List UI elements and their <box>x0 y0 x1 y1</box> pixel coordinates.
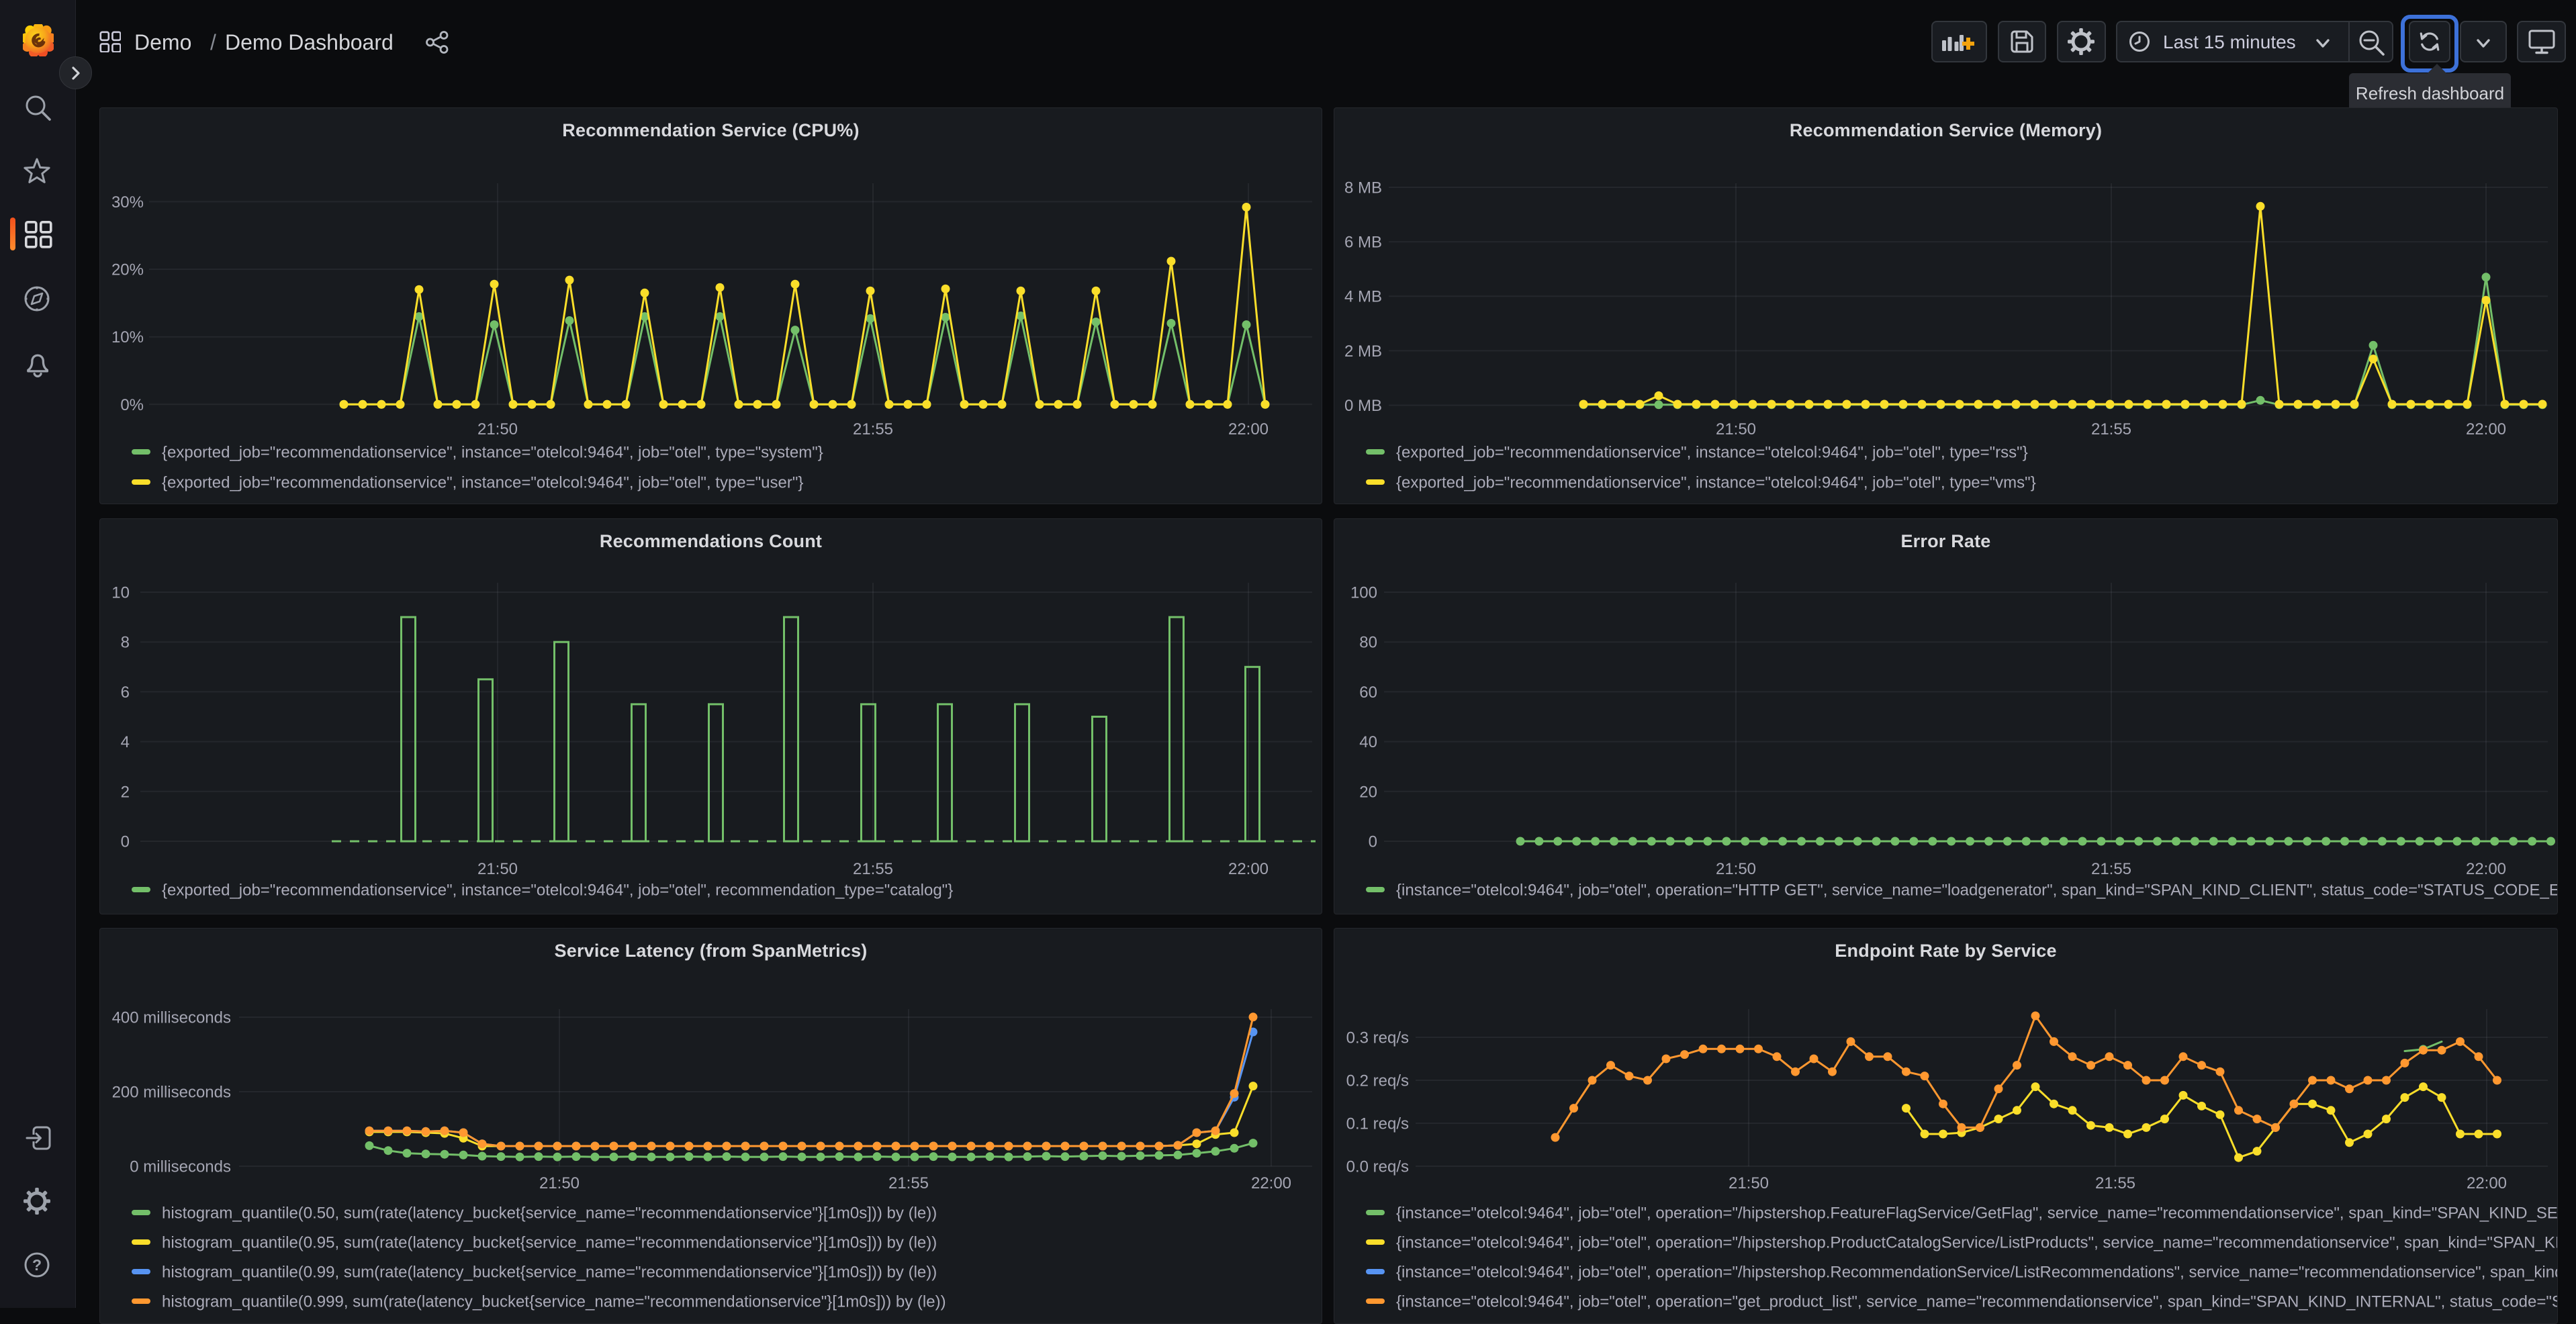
svg-text:{exported_job="recommendations: {exported_job="recommendationservice", i… <box>162 474 803 492</box>
svg-text:21:55: 21:55 <box>853 420 893 438</box>
svg-text:0: 0 <box>1369 833 1377 851</box>
svg-text:{instance="otelcol:9464", job=: {instance="otelcol:9464", job="otel", op… <box>1396 882 2558 900</box>
svg-text:22:00: 22:00 <box>2466 860 2506 878</box>
svg-text:2: 2 <box>121 783 130 801</box>
svg-text:histogram_quantile(0.99, sum(r: histogram_quantile(0.99, sum(rate(latenc… <box>162 1264 937 1282</box>
svg-text:20: 20 <box>1359 783 1377 801</box>
svg-text:400 milliseconds: 400 milliseconds <box>112 1009 231 1027</box>
svg-text:0.0 req/s: 0.0 req/s <box>1346 1158 1409 1176</box>
svg-text:21:55: 21:55 <box>853 860 893 878</box>
svg-text:0%: 0% <box>120 396 144 414</box>
svg-text:100: 100 <box>1350 584 1377 602</box>
svg-text:21:50: 21:50 <box>539 1174 580 1192</box>
svg-text:200 milliseconds: 200 milliseconds <box>112 1084 231 1102</box>
svg-text:0 milliseconds: 0 milliseconds <box>130 1158 231 1176</box>
svg-text:22:00: 22:00 <box>1228 860 1269 878</box>
svg-text:10%: 10% <box>111 328 144 346</box>
svg-text:21:55: 21:55 <box>888 1174 929 1192</box>
svg-text:{instance="otelcol:9464", job=: {instance="otelcol:9464", job="otel", op… <box>1396 1204 2558 1223</box>
svg-text:{exported_job="recommendations: {exported_job="recommendationservice", i… <box>162 444 823 462</box>
svg-text:4 MB: 4 MB <box>1344 288 1382 306</box>
svg-text:{exported_job="recommendations: {exported_job="recommendationservice", i… <box>1396 444 2028 462</box>
svg-text:{instance="otelcol:9464", job=: {instance="otelcol:9464", job="otel", op… <box>1396 1264 2558 1282</box>
svg-text:histogram_quantile(0.50, sum(r: histogram_quantile(0.50, sum(rate(latenc… <box>162 1204 937 1223</box>
svg-text:30%: 30% <box>111 193 144 211</box>
svg-text:?: ? <box>32 1256 42 1274</box>
svg-text:80: 80 <box>1359 634 1377 652</box>
svg-text:21:55: 21:55 <box>2091 860 2131 878</box>
svg-text:60: 60 <box>1359 683 1377 702</box>
svg-text:0.3 req/s: 0.3 req/s <box>1346 1029 1409 1047</box>
svg-text:0.1 req/s: 0.1 req/s <box>1346 1115 1409 1133</box>
svg-text:4: 4 <box>121 733 130 751</box>
svg-text:21:50: 21:50 <box>1716 420 1756 438</box>
svg-text:22:00: 22:00 <box>1251 1174 1291 1192</box>
svg-text:22:00: 22:00 <box>1228 420 1269 438</box>
svg-text:{instance="otelcol:9464", job=: {instance="otelcol:9464", job="otel", op… <box>1396 1234 2558 1252</box>
svg-text:{instance="otelcol:9464", job=: {instance="otelcol:9464", job="otel", op… <box>1396 1293 2558 1311</box>
svg-text:21:50: 21:50 <box>1716 860 1756 878</box>
svg-text:6: 6 <box>121 683 130 702</box>
svg-text:21:50: 21:50 <box>477 420 518 438</box>
svg-text:21:55: 21:55 <box>2091 420 2131 438</box>
svg-text:8: 8 <box>121 634 130 652</box>
svg-text:21:55: 21:55 <box>2095 1174 2135 1192</box>
svg-text:21:50: 21:50 <box>1729 1174 1769 1192</box>
svg-text:20%: 20% <box>111 261 144 279</box>
svg-text:{exported_job="recommendations: {exported_job="recommendationservice", i… <box>162 882 953 900</box>
svg-text:22:00: 22:00 <box>2466 420 2506 438</box>
svg-text:histogram_quantile(0.999, sum(: histogram_quantile(0.999, sum(rate(laten… <box>162 1293 946 1311</box>
svg-text:22:00: 22:00 <box>2467 1174 2507 1192</box>
svg-text:0: 0 <box>121 833 130 851</box>
svg-text:{exported_job="recommendations: {exported_job="recommendationservice", i… <box>1396 474 2036 492</box>
svg-text:0 MB: 0 MB <box>1344 397 1382 415</box>
svg-text:histogram_quantile(0.95, sum(r: histogram_quantile(0.95, sum(rate(latenc… <box>162 1234 937 1252</box>
svg-text:2 MB: 2 MB <box>1344 342 1382 361</box>
svg-text:6 MB: 6 MB <box>1344 234 1382 252</box>
svg-text:40: 40 <box>1359 733 1377 751</box>
svg-text:21:50: 21:50 <box>477 860 518 878</box>
svg-text:8 MB: 8 MB <box>1344 179 1382 197</box>
svg-text:10: 10 <box>111 584 130 602</box>
svg-text:0.2 req/s: 0.2 req/s <box>1346 1072 1409 1090</box>
